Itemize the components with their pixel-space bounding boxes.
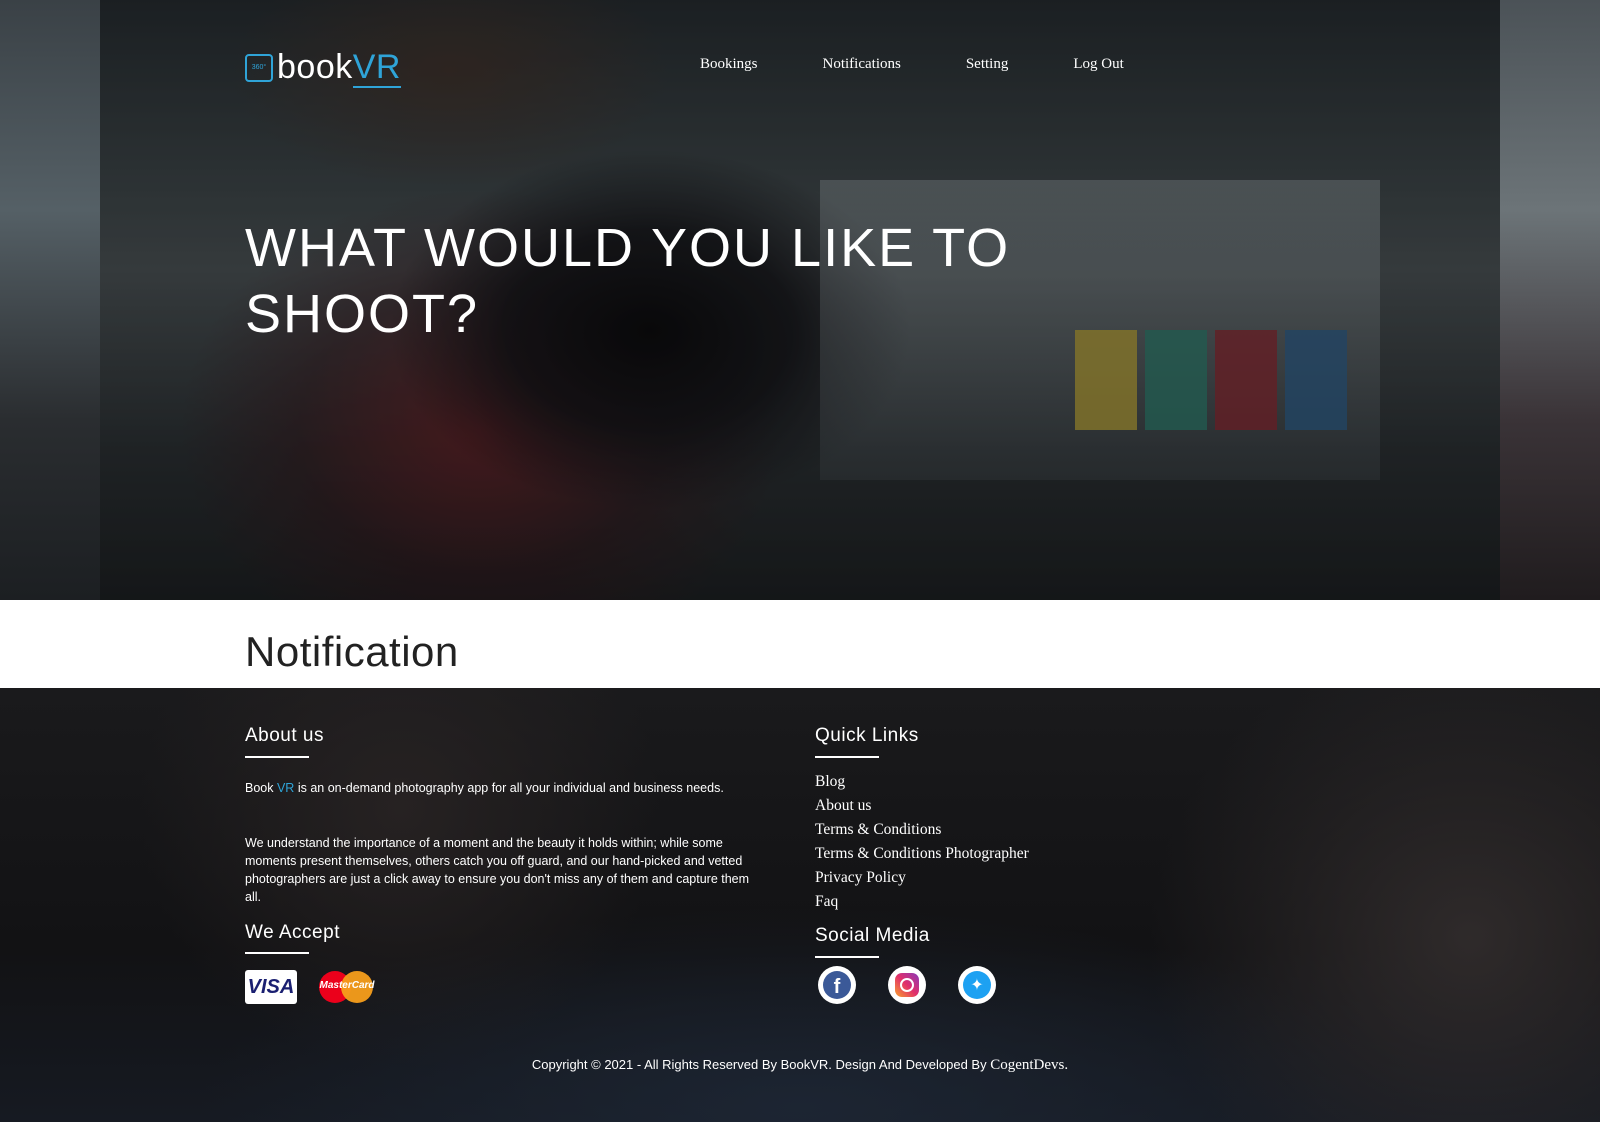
twitter-link[interactable]: ✦: [958, 966, 996, 1004]
social-media-underline: [815, 956, 879, 958]
quick-links-list: Blog About us Terms & Conditions Terms &…: [815, 770, 1029, 914]
about-p1-suffix: is an on-demand photography app for all …: [294, 781, 724, 795]
about-paragraph-1: Book VR is an on-demand photography app …: [245, 779, 755, 797]
hero-title: WHAT WOULD YOU LIKE TO SHOOT?: [245, 215, 1145, 347]
hero-side-left: [0, 0, 100, 600]
twitter-icon: ✦: [963, 971, 991, 999]
payment-cards: VISA MasterCard: [245, 970, 375, 1004]
mastercard-label: MasterCard: [319, 980, 375, 991]
logo-badge-text: 360°: [251, 64, 267, 71]
page-title: Notification: [245, 628, 459, 675]
instagram-icon: [895, 973, 919, 997]
logo-text: bookVR: [277, 48, 401, 88]
logo[interactable]: 360° bookVR: [245, 48, 401, 88]
logo-suffix: VR: [352, 48, 401, 88]
about-p1-prefix: Book: [245, 781, 277, 795]
facebook-icon: f: [823, 971, 851, 999]
quick-links-underline: [815, 756, 879, 758]
social-media-heading: Social Media: [815, 925, 930, 946]
logo-prefix: book: [277, 48, 353, 86]
nav-bookings[interactable]: Bookings: [700, 56, 758, 73]
nav-log-out[interactable]: Log Out: [1073, 56, 1123, 73]
copyright: Copyright © 2021 - All Rights Reserved B…: [0, 1057, 1600, 1074]
nav-menu: Bookings Notifications Setting Log Out: [700, 56, 1189, 73]
facebook-link[interactable]: f: [818, 966, 856, 1004]
social-links: f ✦: [818, 966, 1028, 1004]
top-navbar: 360° bookVR Bookings Notifications Setti…: [100, 40, 1500, 90]
developer-link[interactable]: CogentDevs.: [990, 1057, 1068, 1073]
about-us-underline: [245, 756, 309, 758]
about-paragraph-2: We understand the importance of a moment…: [245, 836, 750, 904]
visa-label: VISA: [247, 975, 295, 998]
quick-link-terms-photographer[interactable]: Terms & Conditions Photographer: [815, 842, 1029, 866]
nav-notifications[interactable]: Notifications: [823, 56, 901, 73]
hero-side-right: [1500, 0, 1600, 600]
quick-link-terms[interactable]: Terms & Conditions: [815, 818, 1029, 842]
mastercard-icon: MasterCard: [319, 970, 375, 1004]
notification-section: [0, 600, 1600, 688]
visa-card-icon: VISA: [245, 970, 297, 1004]
quick-link-about-us[interactable]: About us: [815, 794, 1029, 818]
quick-link-blog[interactable]: Blog: [815, 770, 1029, 794]
about-us-heading: About us: [245, 725, 324, 746]
hero-title-line2: SHOOT?: [245, 284, 480, 344]
vr-360-icon: 360°: [245, 53, 273, 82]
quick-link-faq[interactable]: Faq: [815, 890, 1029, 914]
about-p1-accent: VR: [276, 781, 295, 795]
nav-setting[interactable]: Setting: [966, 56, 1009, 73]
we-accept-heading: We Accept: [245, 922, 340, 943]
quick-links-heading: Quick Links: [815, 725, 919, 746]
instagram-link[interactable]: [888, 966, 926, 1004]
hero-title-line1: WHAT WOULD YOU LIKE TO: [245, 218, 1011, 278]
we-accept-underline: [245, 952, 309, 954]
copyright-text: Copyright © 2021 - All Rights Reserved B…: [531, 1057, 991, 1072]
quick-link-privacy-policy[interactable]: Privacy Policy: [815, 866, 1029, 890]
